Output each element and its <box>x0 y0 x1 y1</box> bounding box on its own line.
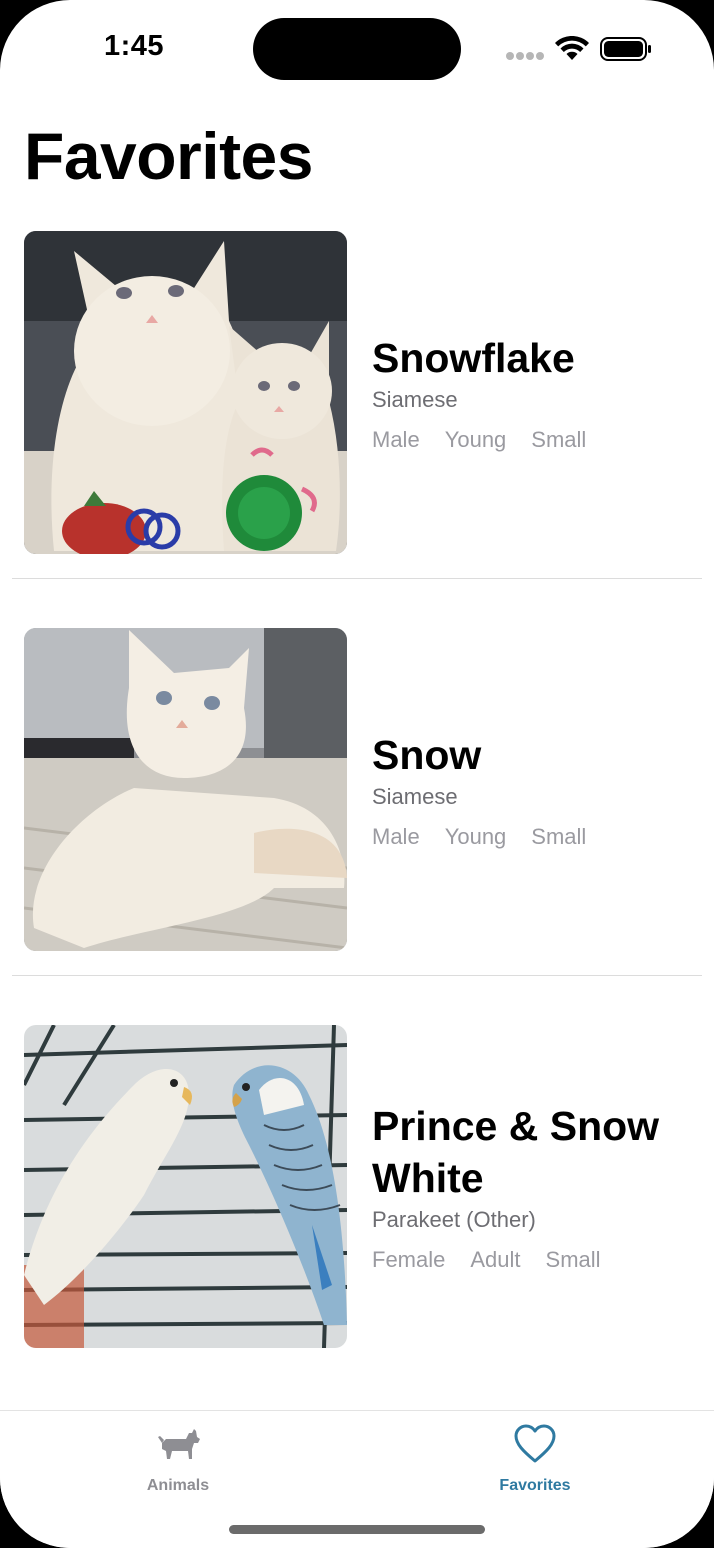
pet-row-snowflake[interactable]: Snowflake Siamese Male Young Small <box>0 231 714 628</box>
pet-info: Prince & Snow White Parakeet (Other) Fem… <box>372 1025 692 1348</box>
battery-icon <box>600 37 651 61</box>
pet-age: Adult <box>470 1246 521 1272</box>
pet-photo <box>24 628 347 951</box>
pet-gender: Female <box>372 1246 446 1272</box>
pet-size: Small <box>531 426 587 452</box>
pet-age: Young <box>444 823 507 849</box>
pet-size: Small <box>545 1246 601 1272</box>
pet-gender: Male <box>372 426 420 452</box>
pet-name: Prince & Snow White <box>372 1102 660 1201</box>
wifi-icon <box>555 36 589 60</box>
pet-info: Snowflake Siamese Male Young Small <box>372 231 692 554</box>
home-indicator[interactable] <box>229 1525 485 1534</box>
tab-label: Animals <box>146 1477 210 1494</box>
phone-screen: 1:45 Favorites Snowflake Siamese Male Yo… <box>0 0 714 1548</box>
tab-animals[interactable]: Animals <box>98 1423 258 1494</box>
pet-tags: Male Young Small <box>372 426 692 454</box>
heart-icon <box>514 1424 556 1463</box>
pet-breed: Siamese <box>372 386 458 412</box>
pet-breed: Parakeet (Other) <box>372 1206 536 1232</box>
page-title: Favorites <box>24 119 313 193</box>
pet-row-prince-snow-white[interactable]: Prince & Snow White Parakeet (Other) Fem… <box>0 1025 714 1422</box>
divider <box>12 975 702 976</box>
pet-tags: Female Adult Small <box>372 1246 692 1274</box>
pet-photo <box>24 231 347 554</box>
dog-icon <box>158 1429 200 1459</box>
tab-favorites[interactable]: Favorites <box>455 1423 615 1494</box>
divider <box>12 578 702 579</box>
pet-size: Small <box>531 823 587 849</box>
pet-row-snow[interactable]: Snow Siamese Male Young Small <box>0 628 714 1025</box>
cellular-signal-icon <box>506 52 544 60</box>
status-time: 1:45 <box>104 30 165 62</box>
pet-gender: Male <box>372 823 420 849</box>
dynamic-island <box>253 18 461 80</box>
pet-photo <box>24 1025 347 1348</box>
tab-label: Favorites <box>499 1477 571 1494</box>
pet-info: Snow Siamese Male Young Small <box>372 628 692 951</box>
pet-name: Snowflake <box>372 334 575 381</box>
pet-age: Young <box>444 426 507 452</box>
pet-breed: Siamese <box>372 783 458 809</box>
pet-tags: Male Young Small <box>372 823 692 851</box>
pet-name: Snow <box>372 731 482 778</box>
